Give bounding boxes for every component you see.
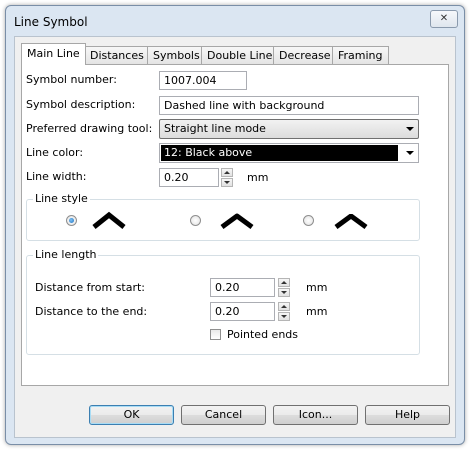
- tab-decrease[interactable]: Decrease: [273, 46, 337, 64]
- tab-distances[interactable]: Distances: [84, 46, 150, 64]
- spin-up-icon[interactable]: [278, 302, 290, 311]
- window-title: Line Symbol: [14, 15, 88, 29]
- spin-up-icon[interactable]: [278, 278, 290, 287]
- symbol-description-input[interactable]: Dashed line with background: [159, 96, 419, 115]
- line-color-label: Line color:: [26, 146, 84, 159]
- bevel-join-chevron-icon: [334, 213, 368, 229]
- distance-to-end-unit: mm: [306, 305, 328, 318]
- distance-from-start-unit: mm: [306, 281, 328, 294]
- main-line-panel: Symbol number: 1007.004 Symbol descripti…: [21, 64, 449, 386]
- tab-framing[interactable]: Framing: [332, 46, 389, 64]
- distance-to-end-label: Distance to the end:: [35, 305, 148, 318]
- icon-button[interactable]: Icon...: [273, 405, 358, 425]
- tab-double-line[interactable]: Double Line: [201, 46, 279, 64]
- line-width-input[interactable]: 0.20: [159, 168, 219, 187]
- spin-down-icon[interactable]: [221, 178, 233, 187]
- line-width-stepper[interactable]: [221, 168, 233, 187]
- close-button[interactable]: ✕: [430, 10, 458, 28]
- symbol-description-label: Symbol description:: [26, 98, 136, 111]
- line-style-group: Line style: [26, 192, 420, 241]
- spin-down-icon[interactable]: [278, 312, 290, 321]
- line-length-title: Line length: [33, 248, 99, 261]
- pointed-ends-checkbox[interactable]: [210, 329, 221, 340]
- line-width-unit: mm: [247, 171, 269, 184]
- chevron-down-icon: [406, 151, 414, 155]
- tab-symbols[interactable]: Symbols: [147, 46, 206, 64]
- line-symbol-dialog: Line Symbol ✕ Main Line Distances Symbol…: [5, 5, 465, 445]
- line-style-radio-miter[interactable]: [66, 215, 77, 226]
- distance-from-start-input[interactable]: 0.20: [210, 278, 275, 297]
- tab-main-line[interactable]: Main Line: [21, 43, 86, 65]
- distance-from-start-stepper[interactable]: [278, 278, 290, 297]
- line-color-select[interactable]: 12: Black above: [159, 143, 419, 163]
- line-width-label: Line width:: [26, 170, 87, 183]
- line-style-radio-bevel[interactable]: [303, 215, 314, 226]
- line-length-group: Line length Distance from start: 0.20 mm…: [26, 248, 420, 355]
- ok-button[interactable]: OK: [89, 405, 174, 425]
- line-style-title: Line style: [33, 192, 90, 205]
- spin-up-icon[interactable]: [221, 168, 233, 177]
- symbol-number-input[interactable]: 1007.004: [159, 71, 247, 90]
- cancel-button[interactable]: Cancel: [181, 405, 266, 425]
- chevron-down-icon: [406, 127, 414, 131]
- title-bar[interactable]: Line Symbol ✕: [6, 6, 464, 34]
- drawing-tool-label: Preferred drawing tool:: [26, 122, 153, 135]
- pointed-ends-label[interactable]: Pointed ends: [227, 328, 298, 341]
- symbol-number-label: Symbol number:: [26, 73, 117, 86]
- distance-from-start-label: Distance from start:: [35, 281, 146, 294]
- drawing-tool-select[interactable]: Straight line mode: [159, 119, 419, 139]
- help-button[interactable]: Help: [365, 405, 450, 425]
- close-icon: ✕: [439, 13, 449, 24]
- line-style-radio-round[interactable]: [190, 215, 201, 226]
- round-join-chevron-icon: [220, 213, 254, 229]
- drawing-tool-value: Straight line mode: [164, 122, 266, 135]
- spin-down-icon[interactable]: [278, 288, 290, 297]
- distance-to-end-input[interactable]: 0.20: [210, 302, 275, 321]
- dialog-client-area: Main Line Distances Symbols Double Line …: [14, 36, 456, 438]
- miter-join-chevron-icon: [92, 211, 126, 229]
- line-color-value: 12: Black above: [161, 145, 398, 161]
- distance-to-end-stepper[interactable]: [278, 302, 290, 321]
